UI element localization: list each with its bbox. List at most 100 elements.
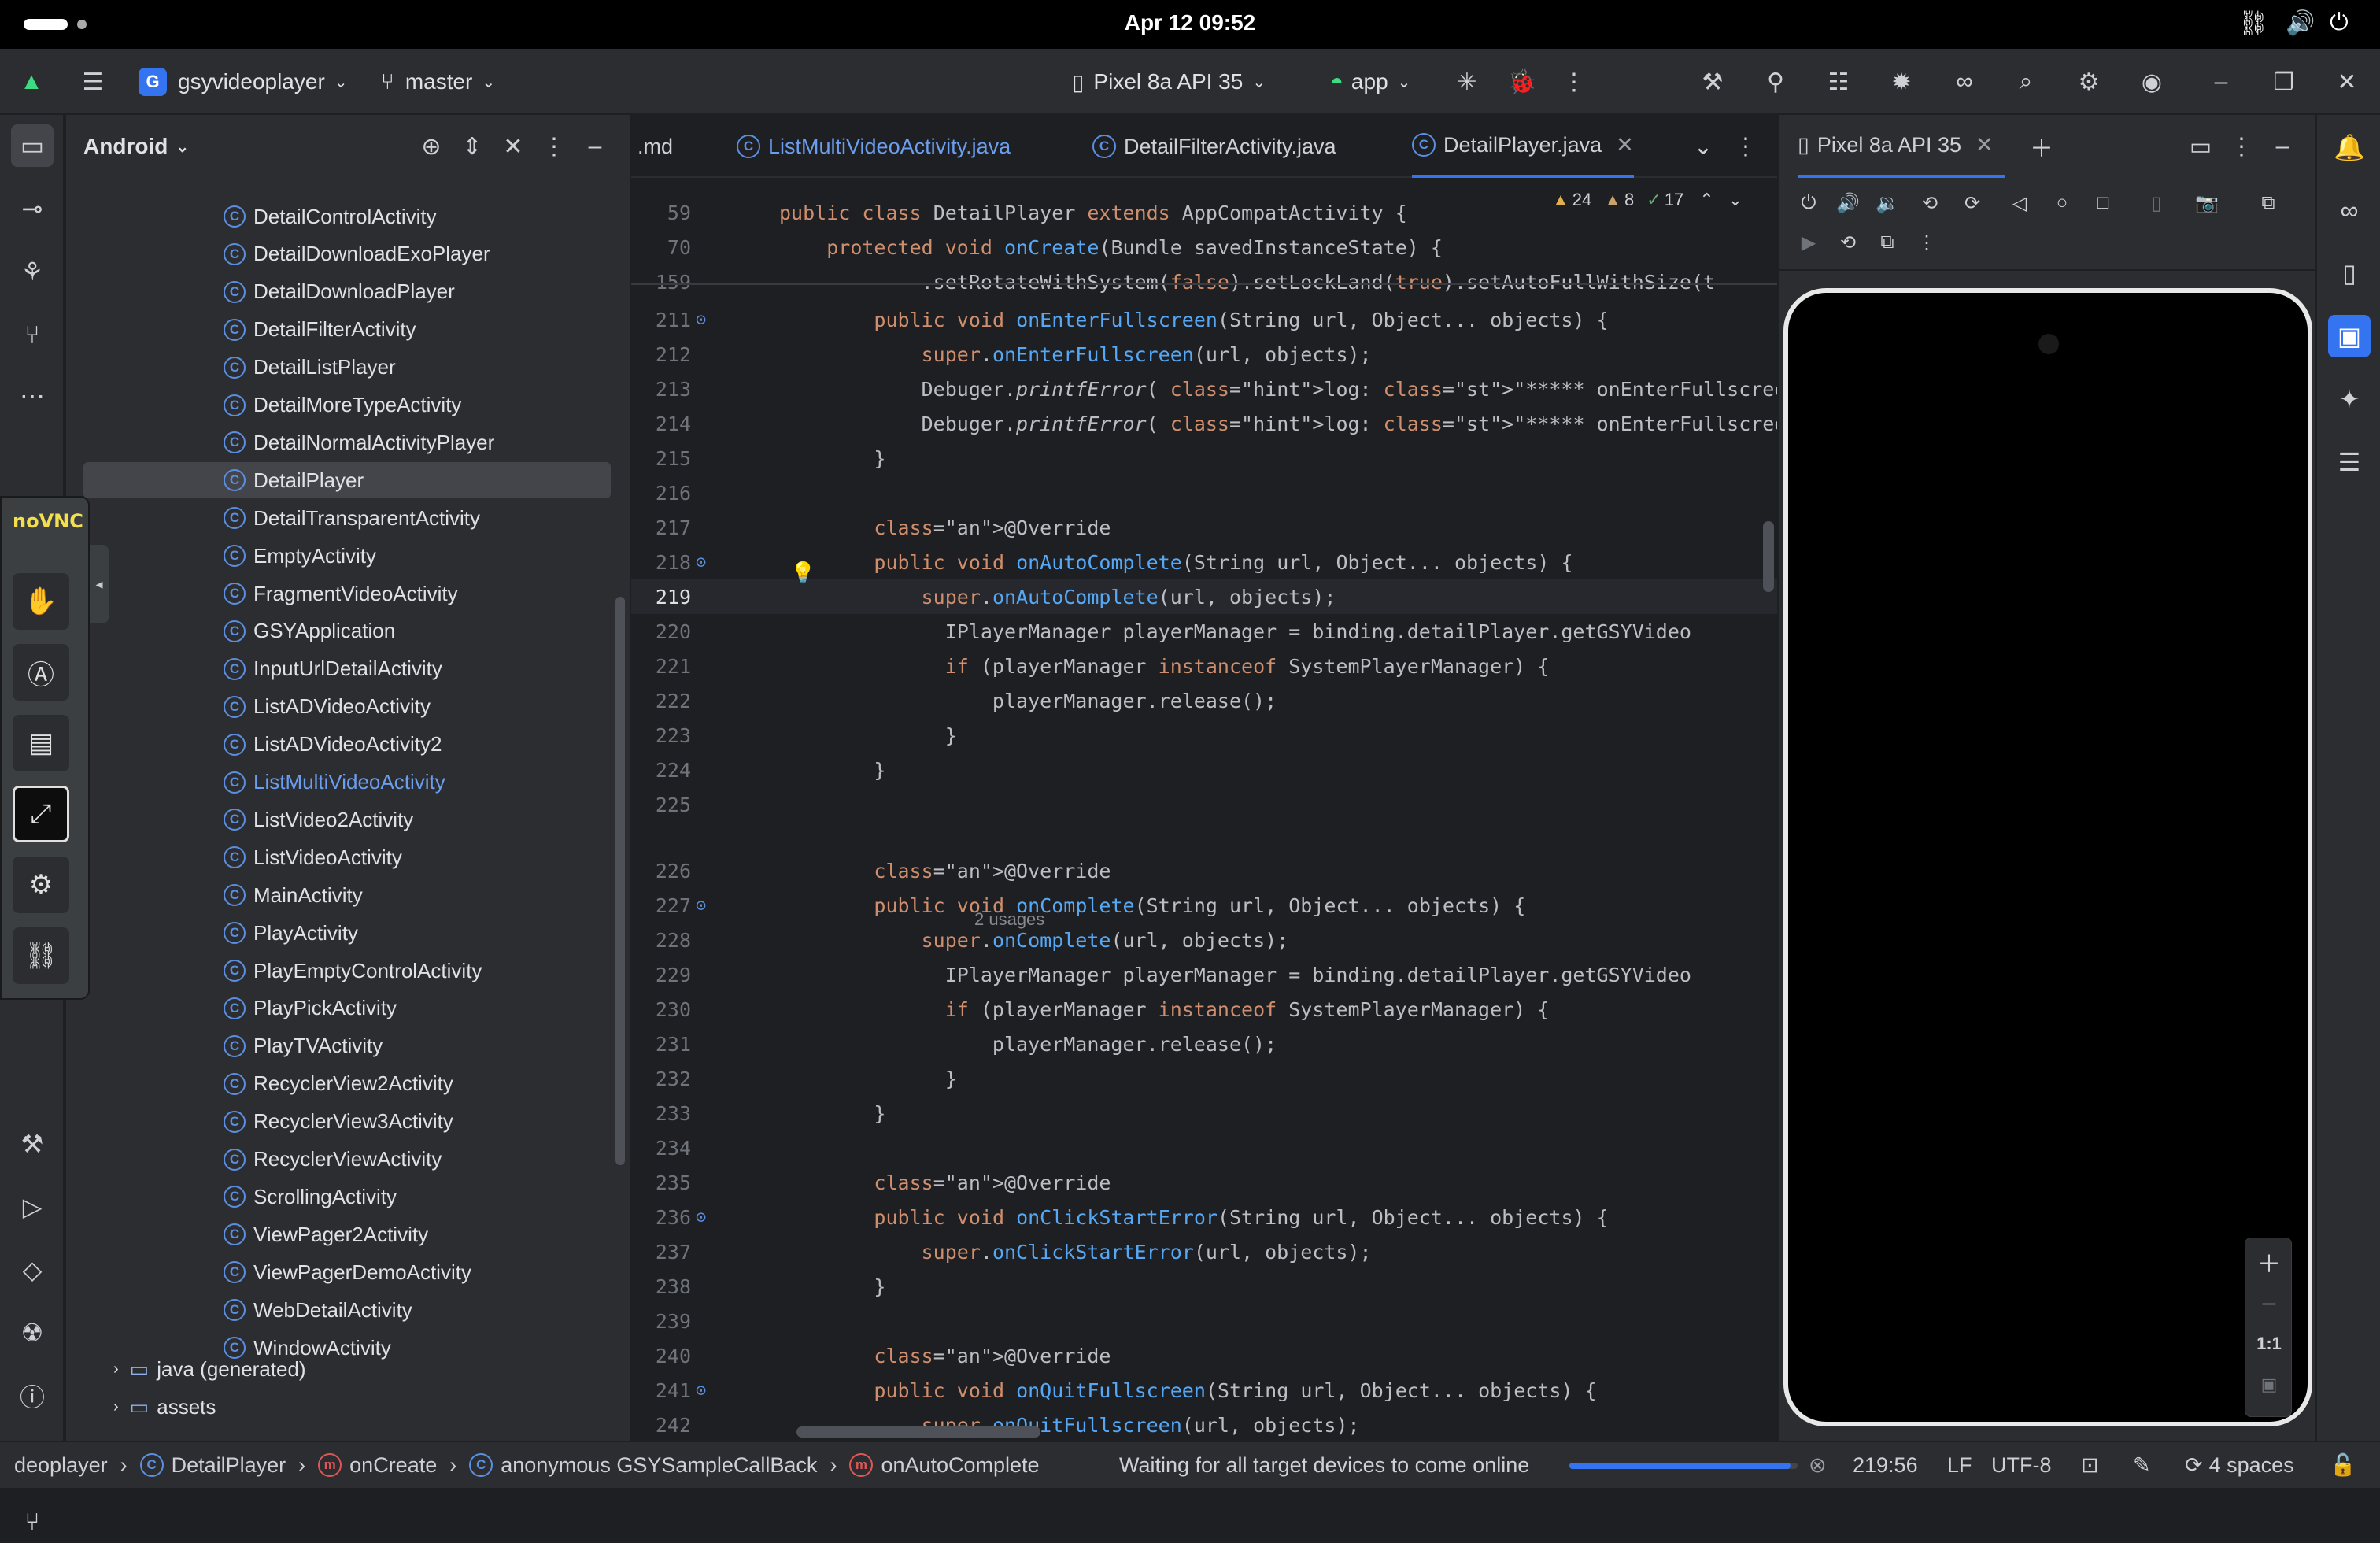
- os-clock[interactable]: Apr 12 09:52: [0, 10, 2380, 35]
- line-number[interactable]: 213: [631, 378, 691, 401]
- tree-item[interactable]: C DetailTransparentActivity: [83, 500, 611, 536]
- network-icon[interactable]: ⛓: [2238, 9, 2268, 37]
- tree-item[interactable]: C MainActivity: [83, 877, 611, 913]
- override-gutter-icon[interactable]: ⊙: [696, 310, 706, 330]
- line-number[interactable]: 230: [631, 998, 691, 1021]
- override-gutter-icon[interactable]: ⊙: [696, 553, 706, 572]
- progress-bar[interactable]: [1569, 1463, 1798, 1469]
- code-line[interactable]: 220 IPlayerManager playerManager = bindi…: [631, 614, 1777, 649]
- screenshot-icon[interactable]: 📷: [2190, 186, 2224, 220]
- chevron-down-icon[interactable]: ⌄: [1686, 129, 1720, 164]
- code-line[interactable]: 225: [631, 787, 1777, 822]
- project-selector[interactable]: G gsyvideoplayer ⌄: [139, 65, 348, 99]
- tree-item[interactable]: C DetailMoreTypeActivity: [83, 387, 611, 424]
- main-menu-icon[interactable]: ☰: [76, 65, 110, 99]
- code-line[interactable]: 238 }: [631, 1269, 1777, 1304]
- commit-tool-icon[interactable]: ⊸: [11, 187, 54, 230]
- code-line[interactable]: 235 class="an">@Override: [631, 1165, 1777, 1200]
- code-line[interactable]: 212 super.onEnterFullscreen(url, objects…: [631, 337, 1777, 372]
- account-icon[interactable]: ◉: [2134, 65, 2169, 99]
- tree-item[interactable]: C PlayEmptyControlActivity: [83, 953, 611, 989]
- code-line[interactable]: 159 .setRotateWithSystem(false).setLockL…: [631, 265, 1777, 299]
- build-icon[interactable]: ⚒: [1695, 65, 1730, 99]
- tree-item[interactable]: C RecyclerView3Activity: [83, 1104, 611, 1140]
- code-line[interactable]: 224 }: [631, 753, 1777, 787]
- pull-requests-icon[interactable]: ⑂: [11, 313, 54, 356]
- display-icon[interactable]: ⧉: [1870, 225, 1905, 260]
- line-number[interactable]: 231: [631, 1033, 691, 1056]
- editor-options-icon[interactable]: ⋮: [1728, 129, 1763, 164]
- zoom-out-icon[interactable]: –: [2252, 1286, 2286, 1320]
- problems-icon[interactable]: ⓘ: [11, 1375, 54, 1417]
- line-number[interactable]: 237: [631, 1241, 691, 1264]
- vcs-icon[interactable]: ✎: [2133, 1442, 2151, 1488]
- line-number[interactable]: 70: [631, 236, 691, 259]
- line-number[interactable]: 238: [631, 1275, 691, 1298]
- volume-icon[interactable]: 🔊: [2286, 9, 2315, 37]
- tree-item[interactable]: C DetailNormalActivityPlayer: [83, 424, 611, 461]
- window-layout-icon[interactable]: ▭: [2183, 129, 2218, 164]
- tree-item[interactable]: C InputUrlDetailActivity: [83, 651, 611, 687]
- device-screen[interactable]: [1783, 288, 2312, 1426]
- tree-folder-java-generated[interactable]: › ▭ java (generated): [113, 1351, 677, 1387]
- override-gutter-icon[interactable]: ⊙: [696, 1208, 706, 1227]
- tree-item[interactable]: C ListVideoActivity: [83, 839, 611, 875]
- ai-sparkle-icon[interactable]: ✦: [2328, 378, 2371, 420]
- run-config-selector[interactable]: ◓ app ⌄: [1330, 65, 1410, 99]
- code-line[interactable]: 236 public void onClickStartError(String…: [631, 1200, 1777, 1234]
- line-number[interactable]: 229: [631, 964, 691, 986]
- tree-item[interactable]: C DetailControlActivity: [83, 198, 611, 235]
- code-line[interactable]: 230 if (playerManager instanceof SystemP…: [631, 992, 1777, 1027]
- tree-item[interactable]: C ListADVideoActivity2: [83, 727, 611, 763]
- readonly-icon[interactable]: ⊡: [2081, 1442, 2099, 1488]
- structure-icon[interactable]: ☰: [2328, 441, 2371, 483]
- tree-item[interactable]: C EmptyActivity: [83, 538, 611, 574]
- tree-folder-assets[interactable]: › ▭ assets: [113, 1389, 677, 1425]
- line-number[interactable]: 211: [631, 309, 691, 331]
- zoom-fit-icon[interactable]: ▣: [2252, 1367, 2286, 1402]
- clipboard-icon[interactable]: ▤: [13, 715, 69, 772]
- breadcrumb-item[interactable]: onCreate: [349, 1453, 437, 1478]
- tree-item[interactable]: C RecyclerViewActivity: [83, 1142, 611, 1178]
- fullscreen-icon[interactable]: ⤢: [13, 786, 69, 842]
- tree-item[interactable]: C PlayTVActivity: [83, 1028, 611, 1064]
- camera-icon[interactable]: ▶: [1791, 225, 1826, 260]
- breadcrumb-item[interactable]: anonymous GSYSampleCallBack: [501, 1453, 817, 1478]
- tree-item[interactable]: C PlayActivity: [83, 915, 611, 951]
- file-encoding[interactable]: UTF-8: [1991, 1442, 2052, 1488]
- tree-item[interactable]: C DetailListPlayer: [83, 350, 611, 386]
- line-number[interactable]: 222: [631, 690, 691, 712]
- code-line[interactable]: 229 IPlayerManager playerManager = bindi…: [631, 957, 1777, 992]
- locate-icon[interactable]: ⊕: [414, 129, 449, 164]
- emulator-device-tab[interactable]: ▯ Pixel 8a API 35 ✕: [1798, 115, 2005, 178]
- code-line[interactable]: 211 public void onEnterFullscreen(String…: [631, 302, 1777, 337]
- project-tool-icon[interactable]: ▭: [11, 124, 54, 167]
- fold-icon[interactable]: ▯: [2139, 186, 2174, 220]
- line-number[interactable]: 216: [631, 482, 691, 505]
- code-line[interactable]: 216: [631, 475, 1777, 510]
- volume-up-icon[interactable]: 🔊: [1831, 186, 1865, 220]
- loading-spinner-icon[interactable]: ✳: [1450, 65, 1484, 99]
- line-number[interactable]: 226: [631, 860, 691, 883]
- build-tool-icon[interactable]: ⚒: [11, 1123, 54, 1165]
- collapse-handle[interactable]: ◂: [90, 545, 109, 623]
- code-line[interactable]: 228 super.onComplete(url, objects);: [631, 923, 1777, 957]
- tree-item[interactable]: C DetailFilterActivity: [83, 312, 611, 348]
- line-number[interactable]: 223: [631, 724, 691, 747]
- code-line[interactable]: 221 if (playerManager instanceof SystemP…: [631, 649, 1777, 683]
- override-gutter-icon[interactable]: ⊙: [696, 896, 706, 916]
- rotate-left-icon[interactable]: ⟲: [1913, 186, 1947, 220]
- tab-md[interactable]: .md: [638, 115, 673, 178]
- screen-record-icon[interactable]: ⧉: [2251, 186, 2286, 220]
- app-quality-icon[interactable]: ☢: [11, 1312, 54, 1354]
- view-mode-selector[interactable]: Android ⌄: [83, 129, 189, 164]
- git-icon[interactable]: ⑂: [11, 1500, 54, 1543]
- code-line[interactable]: 59 public class DetailPlayer extends AppC…: [631, 195, 1777, 230]
- tree-item[interactable]: C ListMultiVideoActivity: [83, 764, 611, 801]
- breadcrumb-item[interactable]: deoplayer: [14, 1453, 108, 1478]
- tree-item[interactable]: C ListADVideoActivity: [83, 689, 611, 725]
- tree-item[interactable]: C PlayPickActivity: [83, 990, 611, 1027]
- project-scrollbar[interactable]: [615, 597, 625, 1165]
- line-number[interactable]: 221: [631, 655, 691, 678]
- more-tools-icon[interactable]: ⋯: [11, 375, 54, 417]
